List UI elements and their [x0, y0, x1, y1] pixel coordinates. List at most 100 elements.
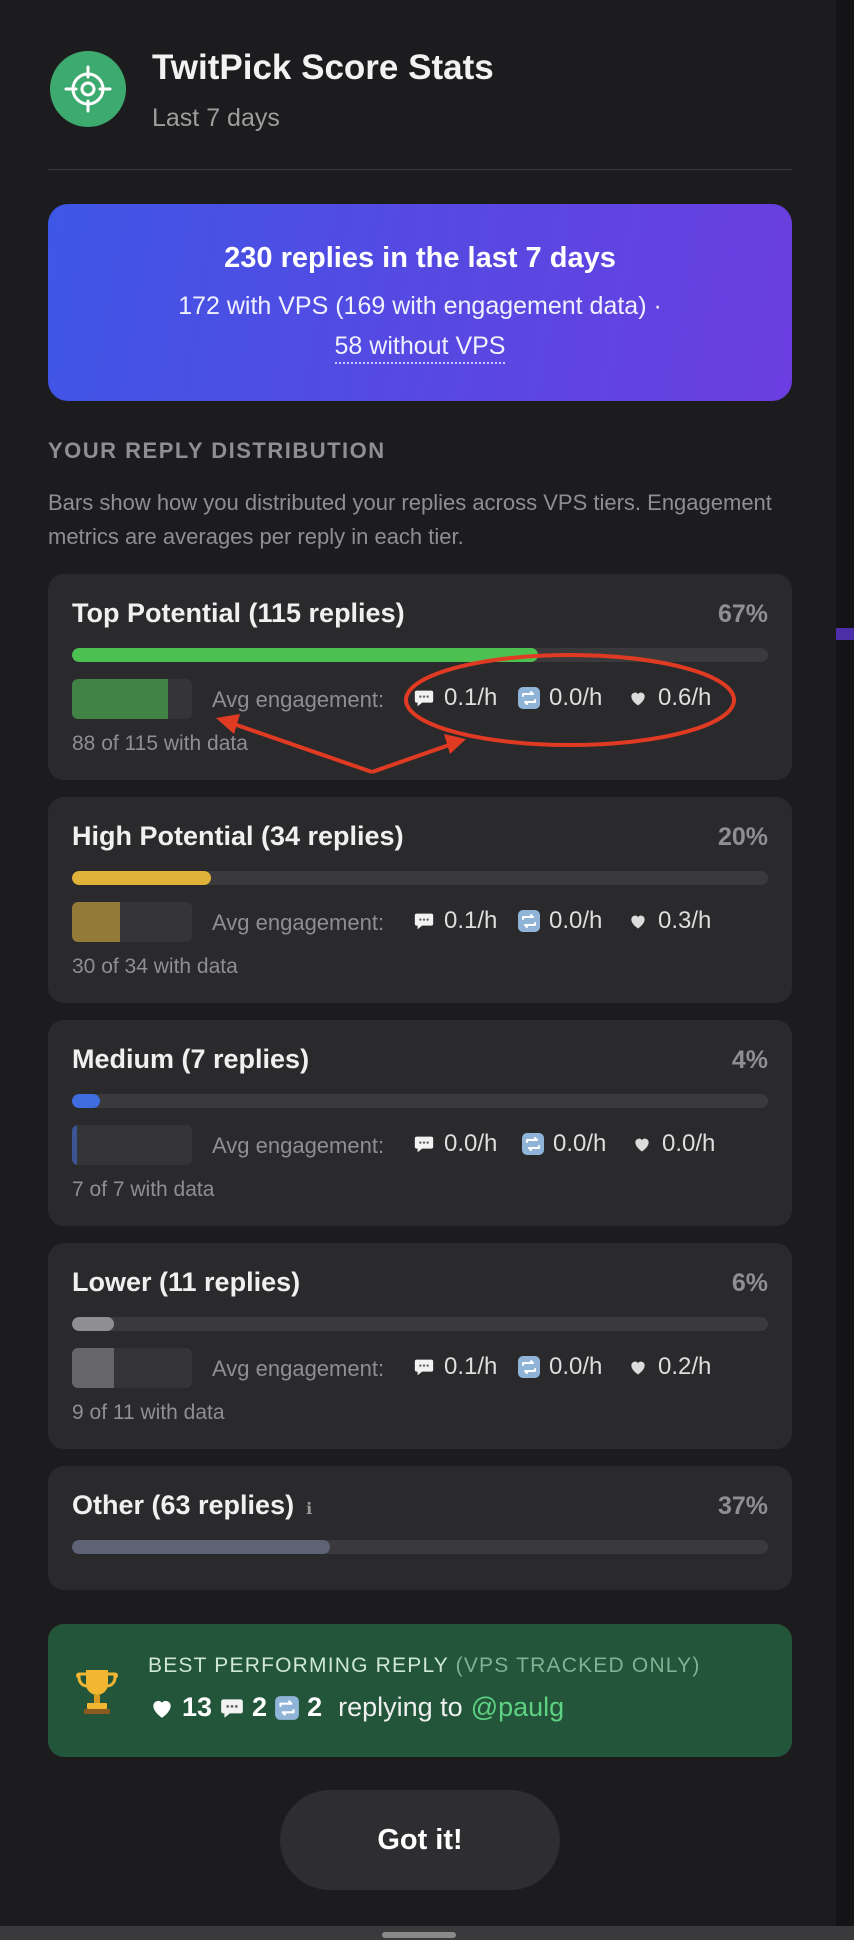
speech-bubble-icon: [412, 686, 436, 710]
tier-bar-track: [72, 1317, 768, 1331]
tier-card-high: High Potential (34 replies) 20% Avg enga…: [48, 797, 792, 1003]
got-it-button[interactable]: Got it!: [280, 1790, 560, 1890]
tier-bar-fill: [72, 1317, 114, 1331]
summary-no-vps[interactable]: 58 without VPS: [48, 332, 792, 364]
best-likes: 13: [182, 1692, 213, 1722]
avg-replies: 0.1/h: [412, 907, 497, 935]
engagement-label: Avg engagement:: [212, 910, 385, 935]
engagement-label: Avg engagement:: [212, 1133, 385, 1158]
retweet-icon: [517, 909, 541, 933]
tier-name: Lower (11 replies): [72, 1267, 301, 1297]
avg-replies: 0.1/h: [412, 684, 497, 712]
tier-name: Top Potential (115 replies): [72, 598, 405, 628]
engagement-label: Avg engagement:: [212, 1356, 385, 1381]
heart-icon: [148, 1694, 176, 1722]
avg-replies-value: 0.1/h: [444, 1353, 498, 1380]
tier-data-count: 7 of 7 with data: [72, 1178, 215, 1201]
summary-vps: 172 with VPS (169 with engagement data) …: [178, 292, 662, 320]
avg-retweets: 0.0/h: [517, 1353, 602, 1381]
reply-handle-link[interactable]: @paulg: [471, 1692, 564, 1723]
tier-card-medium: Medium (7 replies) 4% Avg engagement: 0.…: [48, 1020, 792, 1226]
avg-replies: 0.0/h: [412, 1130, 497, 1158]
avg-likes: 0.6/h: [626, 684, 711, 712]
distribution-description: Bars show how you distributed your repli…: [48, 490, 772, 549]
summary-total: 230 replies in the last 7 days: [224, 242, 616, 274]
avg-retweets-value: 0.0/h: [549, 1353, 603, 1380]
tier-data-count: 9 of 11 with data: [72, 1401, 225, 1424]
page-title: TwitPick Score Stats: [152, 48, 494, 87]
avg-replies: 0.1/h: [412, 1353, 497, 1381]
engagement-mini-bar: [72, 1125, 192, 1165]
tier-data-count: 88 of 115 with data: [72, 732, 248, 755]
engagement-label: Avg engagement:: [212, 687, 385, 712]
avg-replies-value: 0.0/h: [444, 1130, 498, 1157]
tier-bar-fill: [72, 648, 539, 662]
heart-icon: [630, 1132, 654, 1156]
tier-percent: 4%: [731, 1046, 768, 1074]
avg-likes: 0.3/h: [626, 907, 711, 935]
speech-bubble-icon: [412, 909, 436, 933]
engagement-mini-bar: [72, 1348, 192, 1388]
best-reply-stats: 13 2 2 replying to @paulg: [148, 1692, 564, 1723]
page-subtitle: Last 7 days: [152, 104, 280, 132]
tier-bar-track: [72, 871, 768, 885]
avg-likes-value: 0.3/h: [658, 907, 712, 934]
engagement-mini-fill: [72, 1125, 77, 1165]
avg-retweets-value: 0.0/h: [549, 907, 603, 934]
avg-likes-value: 0.2/h: [658, 1353, 712, 1380]
tier-data-count: 30 of 34 with data: [72, 955, 238, 978]
replying-to-label: replying to: [338, 1692, 463, 1722]
avg-retweets-value: 0.0/h: [549, 684, 603, 711]
speech-bubble-icon: [412, 1132, 436, 1156]
best-reply-card[interactable]: BEST PERFORMING REPLY (VPS TRACKED ONLY)…: [48, 1624, 792, 1757]
retweet-icon: [517, 686, 541, 710]
speech-bubble-icon: [218, 1694, 246, 1722]
tier-bar-track: [72, 648, 768, 662]
best-title-text: BEST PERFORMING REPLY: [148, 1654, 449, 1677]
bottom-handle[interactable]: [382, 1932, 456, 1938]
avg-likes: 0.0/h: [630, 1130, 715, 1158]
tier-percent: 6%: [731, 1269, 768, 1297]
distribution-heading: YOUR REPLY DISTRIBUTION: [48, 438, 386, 463]
avg-replies-value: 0.1/h: [444, 684, 498, 711]
avg-replies-value: 0.1/h: [444, 907, 498, 934]
engagement-mini-fill: [72, 679, 168, 719]
background-accent-strip: [836, 628, 854, 640]
engagement-mini-bar: [72, 679, 192, 719]
tier-bar-fill: [72, 1094, 100, 1108]
summary-no-vps-link[interactable]: 58 without VPS: [334, 332, 506, 364]
speech-bubble-icon: [412, 1355, 436, 1379]
engagement-mini-fill: [72, 902, 120, 942]
tier-percent: 20%: [717, 823, 768, 851]
best-reply-title: BEST PERFORMING REPLY (VPS TRACKED ONLY): [148, 1654, 701, 1678]
modal-header: TwitPick Score Stats Last 7 days: [48, 48, 792, 170]
heart-icon: [626, 909, 650, 933]
avg-retweets: 0.0/h: [517, 684, 602, 712]
heart-icon: [626, 1355, 650, 1379]
avg-likes-value: 0.0/h: [662, 1130, 716, 1157]
best-replies: 2: [252, 1692, 268, 1722]
avg-retweets: 0.0/h: [521, 1130, 606, 1158]
tier-percent: 37%: [717, 1492, 768, 1520]
info-icon[interactable]: ℹ: [306, 1499, 312, 1518]
retweet-icon: [517, 1355, 541, 1379]
tier-name: High Potential (34 replies): [72, 821, 404, 851]
trophy-icon: [74, 1666, 120, 1716]
avg-retweets: 0.0/h: [517, 907, 602, 935]
tier-name: Other (63 replies) ℹ: [72, 1490, 312, 1521]
best-retweets: 2: [307, 1692, 323, 1722]
tier-card-lower: Lower (11 replies) 6% Avg engagement: 0.…: [48, 1243, 792, 1449]
best-title-note: (VPS TRACKED ONLY): [455, 1654, 701, 1677]
tier-card-top: Top Potential (115 replies) 67% Avg enga…: [48, 574, 792, 780]
tier-bar-fill: [72, 871, 212, 885]
heart-icon: [626, 686, 650, 710]
summary-card: 230 replies in the last 7 days 172 with …: [48, 204, 792, 401]
retweet-icon: [273, 1694, 301, 1722]
engagement-mini-fill: [72, 1348, 114, 1388]
tier-bar-track: [72, 1540, 768, 1554]
tier-percent: 67%: [717, 600, 768, 628]
engagement-mini-bar: [72, 902, 192, 942]
target-icon: [50, 51, 126, 127]
avg-likes-value: 0.6/h: [658, 684, 712, 711]
stats-modal: TwitPick Score Stats Last 7 days 230 rep…: [0, 0, 836, 1940]
